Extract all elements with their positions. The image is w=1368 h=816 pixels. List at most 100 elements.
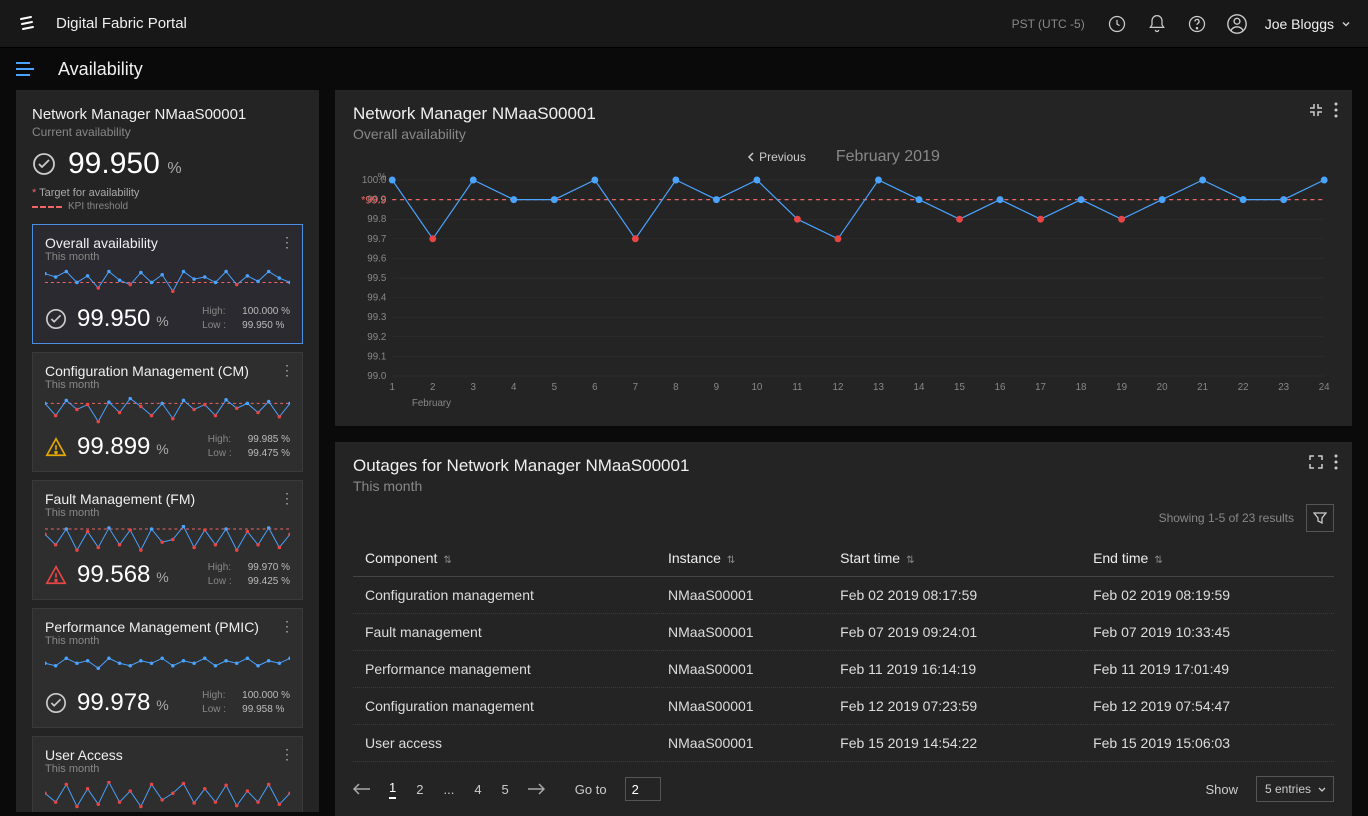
card-high-low: High:99.970 % Low :99.425 % <box>208 561 290 589</box>
card-title: Configuration Management (CM) <box>45 363 290 379</box>
table-header[interactable]: End time⇅ <box>1081 540 1334 577</box>
outages-subtitle: This month <box>353 478 1334 494</box>
svg-text:2: 2 <box>430 382 435 393</box>
svg-text:6: 6 <box>592 382 598 393</box>
status-ok-icon <box>32 152 56 176</box>
svg-text:7: 7 <box>633 382 638 393</box>
svg-text:%: % <box>378 172 387 183</box>
card-title: Overall availability <box>45 235 290 251</box>
svg-text:20: 20 <box>1157 382 1168 393</box>
svg-text:3: 3 <box>471 382 477 393</box>
user-icon[interactable] <box>1225 12 1249 36</box>
pager-page[interactable]: 5 <box>502 782 509 797</box>
sparkline <box>45 269 290 297</box>
svg-text:12: 12 <box>833 382 844 393</box>
pager-page: ... <box>443 782 454 797</box>
chart-previous-button[interactable]: Previous <box>747 150 806 164</box>
card-status-icon <box>45 308 67 330</box>
collapse-icon[interactable] <box>1308 102 1324 118</box>
outages-menu-icon[interactable] <box>1334 454 1338 470</box>
card-title: User Access <box>45 747 290 763</box>
menu-toggle-icon[interactable] <box>16 62 34 76</box>
pager-next-icon[interactable] <box>527 783 545 795</box>
chart-month: February 2019 <box>836 148 940 166</box>
svg-text:4: 4 <box>511 382 517 393</box>
svg-text:99.6: 99.6 <box>367 253 387 264</box>
card-status-icon <box>45 692 67 714</box>
table-header[interactable]: Instance⇅ <box>656 540 828 577</box>
svg-text:10: 10 <box>751 382 762 393</box>
card-subtitle: This month <box>45 251 290 263</box>
pager-page[interactable]: 2 <box>416 782 423 797</box>
card-value: 99.568 <box>77 561 150 588</box>
kpi-legend: KPI threshold <box>32 201 303 212</box>
current-availability-value: 99.950 <box>68 147 160 180</box>
card-unit: % <box>152 569 168 585</box>
pager-prev-icon[interactable] <box>353 783 371 795</box>
card-value: 99.899 <box>77 433 150 460</box>
svg-text:99.1: 99.1 <box>367 351 387 362</box>
chart-panel: Network Manager NMaaS00001 Overall avail… <box>335 90 1352 426</box>
expand-icon[interactable] <box>1308 454 1324 470</box>
table-header[interactable]: Start time⇅ <box>828 540 1081 577</box>
svg-text:99.2: 99.2 <box>367 332 386 343</box>
show-label: Show <box>1205 782 1238 797</box>
svg-text:99.7: 99.7 <box>367 234 386 245</box>
table-row[interactable]: Configuration managementNMaaS00001Feb 02… <box>353 577 1334 614</box>
table-row[interactable]: Fault managementNMaaS00001Feb 07 2019 09… <box>353 614 1334 651</box>
current-availability-unit: % <box>167 160 181 177</box>
goto-input[interactable] <box>625 777 661 801</box>
sparkline <box>45 781 290 809</box>
user-name[interactable]: Joe Bloggs <box>1265 16 1334 32</box>
card-value: 99.978 <box>77 689 150 716</box>
pager-page[interactable]: 4 <box>474 782 481 797</box>
outages-panel: Outages for Network Manager NMaaS00001 T… <box>335 442 1352 816</box>
table-row[interactable]: User accessNMaaS00001Feb 15 2019 14:54:2… <box>353 725 1334 762</box>
bell-icon[interactable] <box>1145 12 1169 36</box>
metric-card[interactable]: ⋮ User Access This month 99.165 % High:9… <box>32 736 303 812</box>
help-icon[interactable] <box>1185 12 1209 36</box>
metric-card[interactable]: ⋮ Fault Management (FM) This month 99.56… <box>32 480 303 600</box>
pager: 12...45 Go to Show 5 entries <box>353 776 1334 802</box>
pager-page[interactable]: 1 <box>389 780 396 799</box>
svg-text:14: 14 <box>914 382 925 393</box>
svg-text:99.4: 99.4 <box>367 293 387 304</box>
card-menu-icon[interactable]: ⋮ <box>280 235 294 249</box>
card-value: 99.950 <box>77 305 150 332</box>
table-row[interactable]: Configuration managementNMaaS00001Feb 12… <box>353 688 1334 725</box>
panel-menu-icon[interactable] <box>1334 102 1338 118</box>
clock-icon[interactable] <box>1105 12 1129 36</box>
table-row[interactable]: Performance managementNMaaS00001Feb 11 2… <box>353 651 1334 688</box>
svg-text:9: 9 <box>714 382 720 393</box>
svg-text:99.8: 99.8 <box>367 214 387 225</box>
card-high-low: High:100.000 % Low :99.958 % <box>202 689 290 717</box>
availability-chart: 99.099.199.299.399.499.599.699.799.899.9… <box>353 172 1334 412</box>
page-size-select[interactable]: 5 entries <box>1256 776 1334 802</box>
card-menu-icon[interactable]: ⋮ <box>280 619 294 633</box>
card-status-icon <box>45 564 67 586</box>
svg-text:99.3: 99.3 <box>367 312 387 323</box>
svg-text:99.5: 99.5 <box>367 273 387 284</box>
sidebar-subtitle: Current availability <box>32 125 303 139</box>
card-menu-icon[interactable]: ⋮ <box>280 491 294 505</box>
card-title: Fault Management (FM) <box>45 491 290 507</box>
card-subtitle: This month <box>45 507 290 519</box>
metric-card[interactable]: ⋮ Overall availability This month 99.950… <box>32 224 303 344</box>
metric-card[interactable]: ⋮ Configuration Management (CM) This mon… <box>32 352 303 472</box>
target-note: * Target for availability <box>32 187 303 199</box>
card-menu-icon[interactable]: ⋮ <box>280 747 294 761</box>
filter-button[interactable] <box>1306 504 1334 532</box>
svg-text:19: 19 <box>1116 382 1127 393</box>
table-header[interactable]: Component⇅ <box>353 540 656 577</box>
sparkline <box>45 653 290 681</box>
metric-card[interactable]: ⋮ Performance Management (PMIC) This mon… <box>32 608 303 728</box>
card-menu-icon[interactable]: ⋮ <box>280 363 294 377</box>
top-header: Digital Fabric Portal PST (UTC -5) Joe B… <box>0 0 1368 48</box>
svg-text:24: 24 <box>1319 382 1330 393</box>
user-menu-chevron-icon[interactable] <box>1340 18 1352 30</box>
card-unit: % <box>152 313 168 329</box>
card-high-low: High:99.985 % Low :99.475 % <box>208 433 290 461</box>
chart-subtitle: Overall availability <box>353 126 1334 142</box>
card-high-low: High:100.000 % Low :99.950 % <box>202 305 290 333</box>
page-title: Availability <box>58 59 143 80</box>
